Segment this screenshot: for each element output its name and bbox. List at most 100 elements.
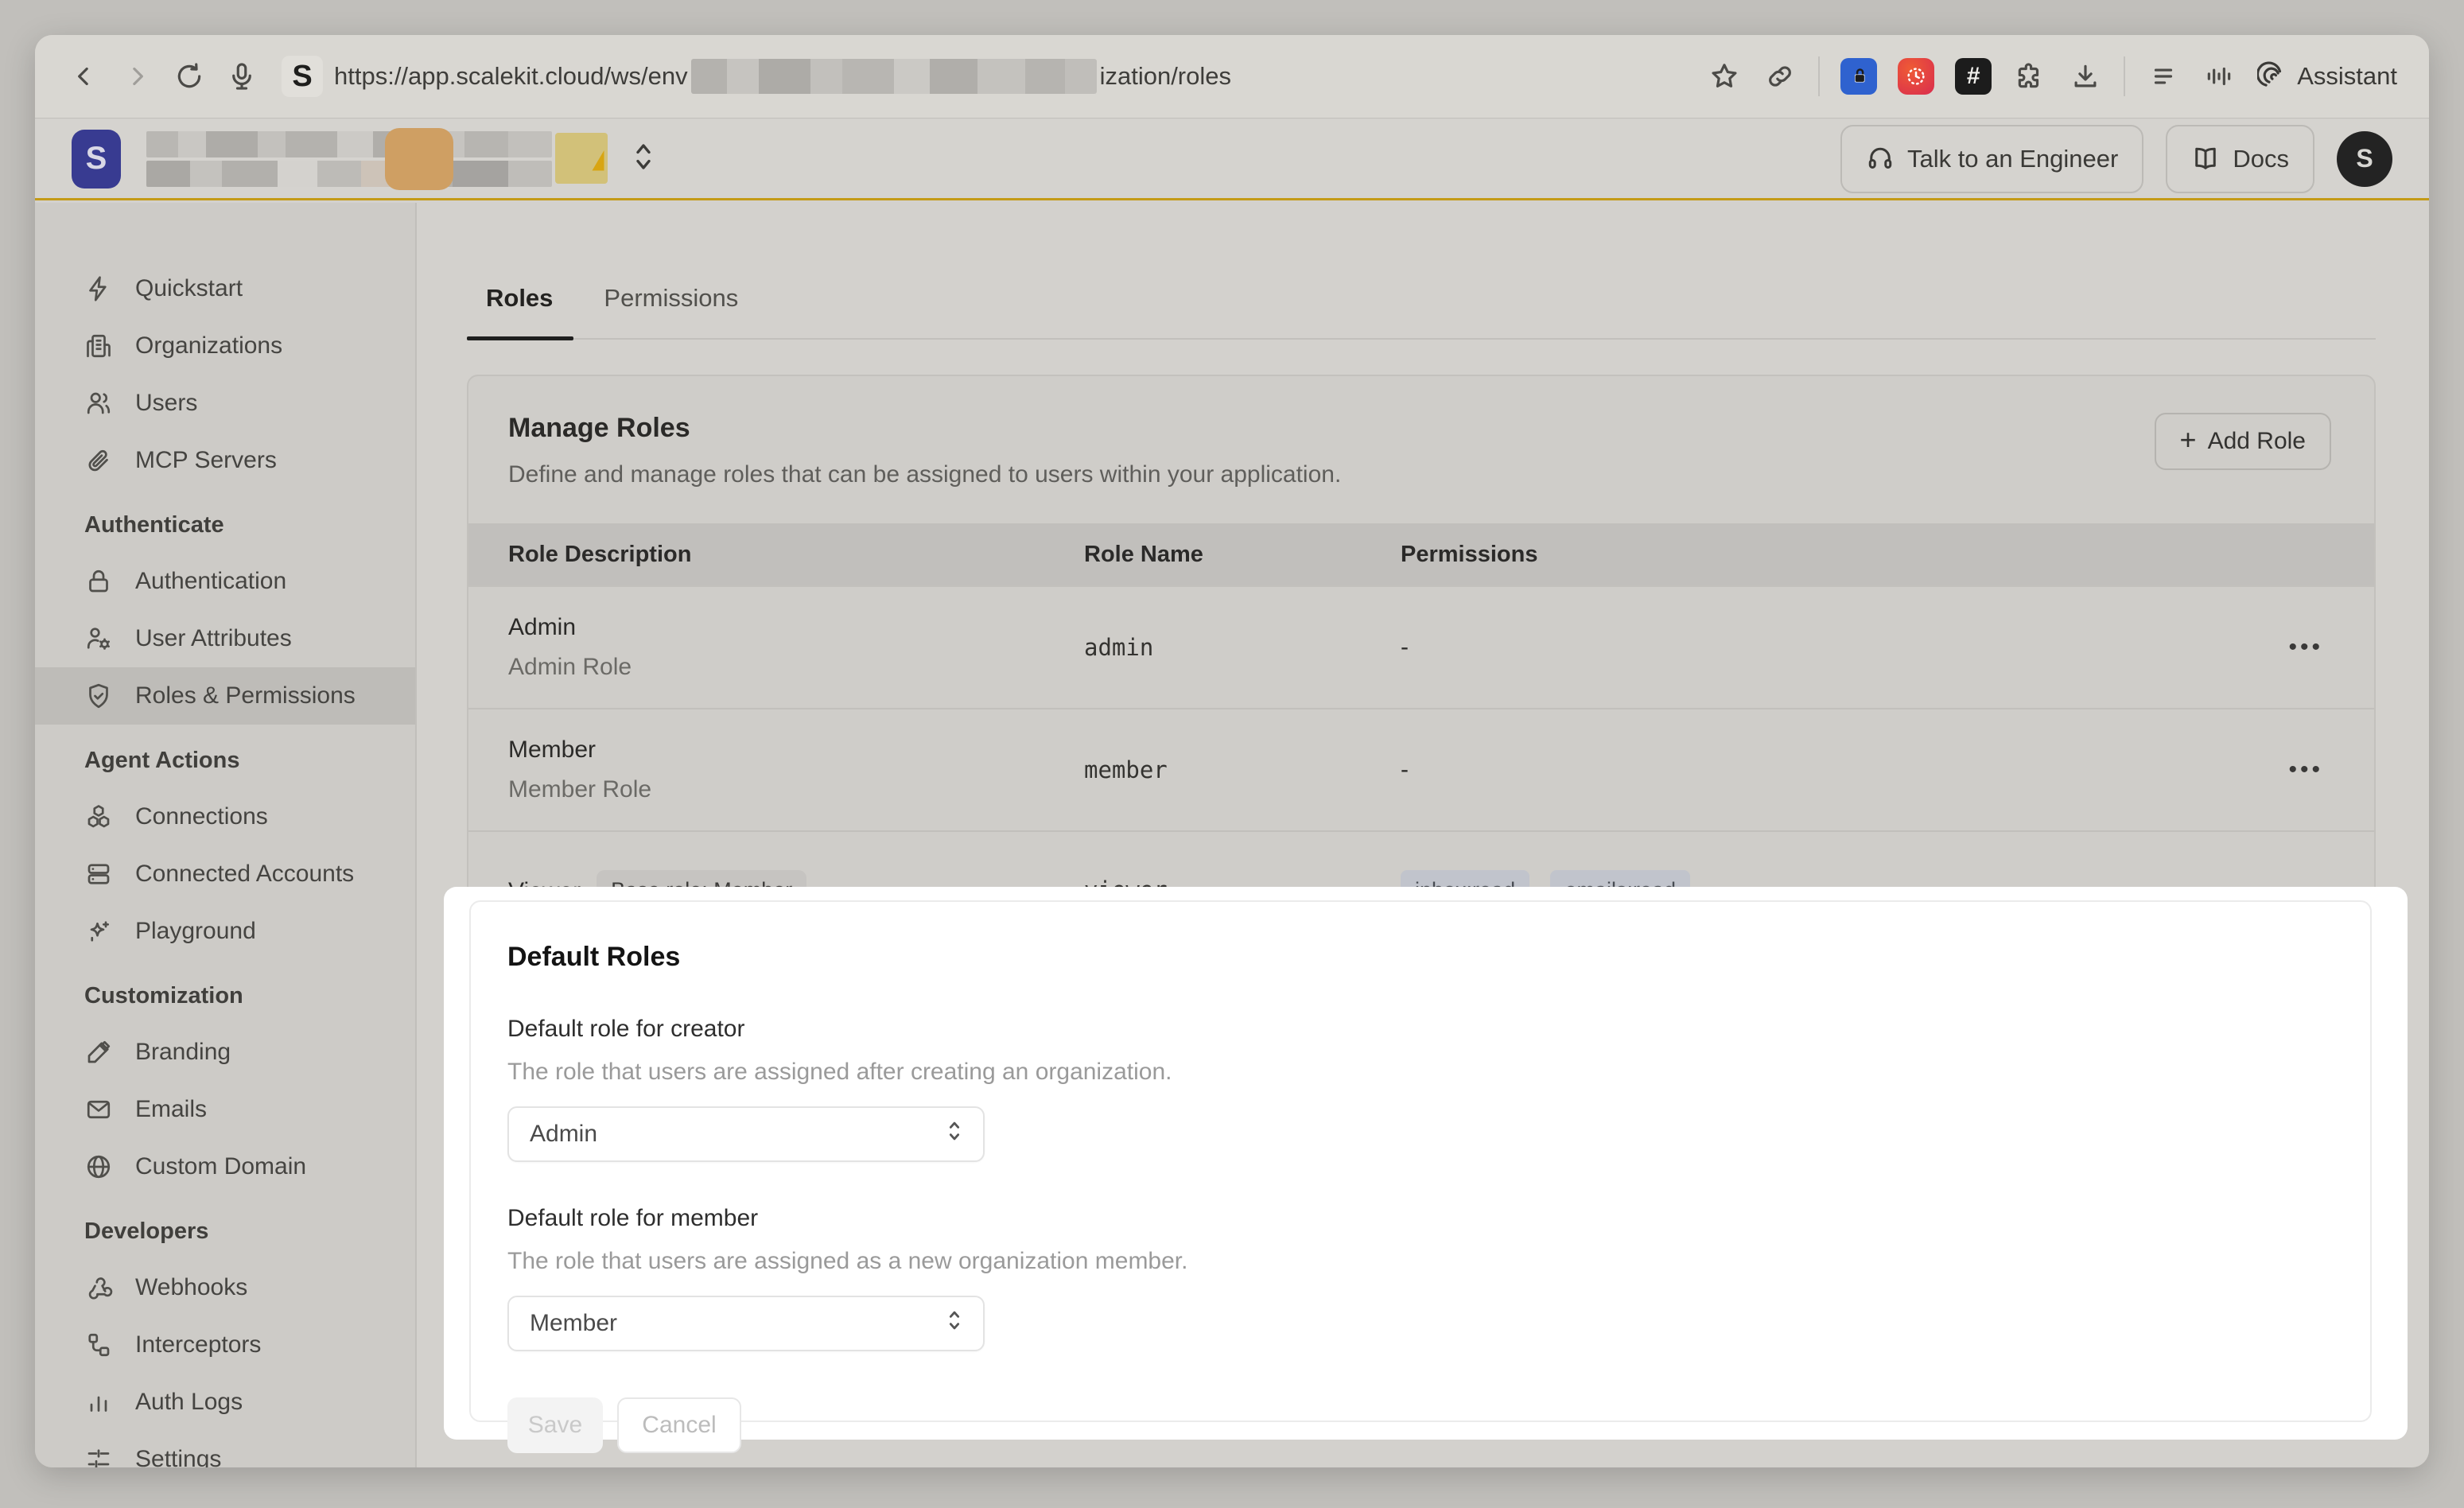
copy-link-icon[interactable] (1762, 59, 1797, 94)
sidebar-item-authentication[interactable]: Authentication (35, 553, 415, 610)
sidebar-item-mcp-servers[interactable]: MCP Servers (35, 432, 415, 489)
users-icon (84, 389, 113, 418)
sidebar-item-webhooks[interactable]: Webhooks (35, 1259, 415, 1316)
member-role-value: Member (530, 1310, 617, 1337)
creator-role-label: Default role for creator (507, 1016, 2334, 1043)
site-favicon: S (282, 56, 323, 97)
role-permissions-value: - (1401, 756, 1409, 783)
cancel-button[interactable]: Cancel (617, 1397, 741, 1453)
plus-icon: + (2180, 423, 2197, 457)
manage-roles-header: Manage Roles Define and manage roles tha… (468, 376, 2374, 523)
sidebar-item-custom-domain[interactable]: Custom Domain (35, 1138, 415, 1195)
reload-icon[interactable] (172, 59, 207, 94)
role-name-code: admin (1084, 634, 1153, 661)
creator-role-select[interactable]: Admin (507, 1106, 985, 1162)
sidebar-section-customization: Customization (35, 968, 415, 1024)
sidebar-item-users[interactable]: Users (35, 375, 415, 432)
sidebar-item-roles-permissions[interactable]: Roles & Permissions (35, 667, 415, 725)
sidebar-section-developers: Developers (35, 1203, 415, 1259)
scalekit-logo: S (72, 130, 121, 188)
creator-role-value: Admin (530, 1121, 597, 1148)
extensions-puzzle-icon[interactable] (2012, 59, 2047, 94)
sidebar-item-branding[interactable]: Branding (35, 1024, 415, 1081)
select-chevrons-icon (943, 1305, 966, 1342)
back-icon[interactable] (67, 59, 102, 94)
role-permissions-value: - (1401, 634, 1409, 660)
stacked-rows-icon (84, 860, 113, 888)
sidebar-item-playground[interactable]: Playground (35, 903, 415, 960)
environment-warning-block (555, 133, 608, 184)
bookmark-star-icon[interactable] (1707, 59, 1742, 94)
member-role-select[interactable]: Member (507, 1296, 985, 1351)
browser-toolbar: S https://app.scalekit.cloud/ws/env izat… (35, 35, 2429, 119)
column-role-description: Role Description (468, 523, 1084, 586)
sidebar-item-user-attributes[interactable]: User Attributes (35, 610, 415, 667)
sidebar-item-connected-accounts[interactable]: Connected Accounts (35, 845, 415, 903)
spotlight-panel: Default Roles Default role for creator T… (444, 887, 2408, 1440)
tab-bar: Roles Permissions (467, 273, 2376, 340)
tab-roles[interactable]: Roles (486, 273, 553, 338)
role-name-code: member (1084, 756, 1168, 783)
screen: { "browser": { "url_prefix": "https://ap… (0, 0, 2464, 1508)
roles-table: Role Description Role Name Permissions A… (468, 523, 2374, 949)
redacted-workspace-name[interactable] (146, 131, 608, 187)
table-row-admin: Admin Admin Role admin - ••• (468, 586, 2374, 709)
sidebar-item-connections[interactable]: Connections (35, 788, 415, 845)
clock-extension-icon[interactable] (1898, 58, 1934, 95)
paperclip-icon (84, 446, 113, 475)
reading-list-icon[interactable] (2146, 59, 2181, 94)
docs-button[interactable]: Docs (2166, 125, 2314, 193)
workspace-switcher-chevrons[interactable] (630, 140, 657, 177)
sidebar-item-auth-logs[interactable]: Auth Logs (35, 1374, 415, 1431)
downloads-icon[interactable] (2068, 59, 2103, 94)
tab-permissions[interactable]: Permissions (604, 273, 738, 338)
bar-chart-icon (84, 1388, 113, 1417)
url-prefix: https://app.scalekit.cloud/ws/env (334, 62, 688, 91)
header-actions: Talk to an Engineer Docs S (1840, 125, 2392, 193)
paintbrush-icon (84, 1038, 113, 1067)
sidebar-item-emails[interactable]: Emails (35, 1081, 415, 1138)
creator-role-description: The role that users are assigned after c… (507, 1059, 2334, 1086)
audio-waveform-icon[interactable] (2202, 59, 2237, 94)
assistant-button[interactable]: Assistant (2257, 61, 2397, 91)
select-chevrons-icon (943, 1116, 966, 1152)
redacted-avatar-blob (385, 128, 453, 190)
sidebar-item-quickstart[interactable]: Quickstart (35, 260, 415, 317)
toolbar-separator (2124, 56, 2125, 96)
forward-icon[interactable] (119, 59, 154, 94)
sidebar-item-organizations[interactable]: Organizations (35, 317, 415, 375)
address-bar[interactable]: https://app.scalekit.cloud/ws/env izatio… (334, 59, 1231, 94)
organization-icon (84, 332, 113, 360)
hash-extension-icon[interactable]: # (1955, 58, 1992, 95)
manage-roles-card: Manage Roles Define and manage roles tha… (467, 375, 2376, 950)
url-suffix: ization/roles (1100, 62, 1231, 91)
user-avatar[interactable]: S (2337, 131, 2392, 187)
microphone-icon[interactable] (224, 59, 259, 94)
row-menu-icon[interactable]: ••• (2288, 635, 2323, 659)
add-role-button[interactable]: + Add Role (2155, 413, 2331, 470)
sidebar-item-settings[interactable]: Settings (35, 1431, 415, 1467)
default-roles-card: Default Roles Default role for creator T… (469, 900, 2372, 1422)
password-manager-extension-icon[interactable] (1840, 58, 1877, 95)
assistant-label: Assistant (2297, 62, 2397, 91)
role-subtitle: Admin Role (508, 654, 1084, 681)
row-menu-icon[interactable]: ••• (2288, 758, 2323, 782)
default-roles-actions: Save Cancel (507, 1397, 2334, 1453)
manage-roles-description: Define and manage roles that can be assi… (508, 461, 2334, 488)
app-header: S Talk to an Engineer Docs S (35, 119, 2429, 200)
toolbar-right-group: # Assistant (1707, 56, 2397, 96)
column-role-name: Role Name (1084, 523, 1401, 586)
headset-icon (1866, 145, 1895, 173)
shield-check-icon (84, 682, 113, 710)
sidebar-section-authenticate: Authenticate (35, 497, 415, 553)
column-permissions: Permissions (1401, 523, 2231, 586)
lightning-icon (84, 274, 113, 303)
sidebar-item-interceptors[interactable]: Interceptors (35, 1316, 415, 1374)
save-button[interactable]: Save (507, 1397, 603, 1453)
talk-to-engineer-button[interactable]: Talk to an Engineer (1840, 125, 2143, 193)
interceptor-icon (84, 1331, 113, 1359)
member-role-label: Default role for member (507, 1205, 2334, 1232)
assistant-icon (2257, 61, 2287, 91)
book-icon (2191, 145, 2220, 173)
envelope-icon (84, 1095, 113, 1124)
